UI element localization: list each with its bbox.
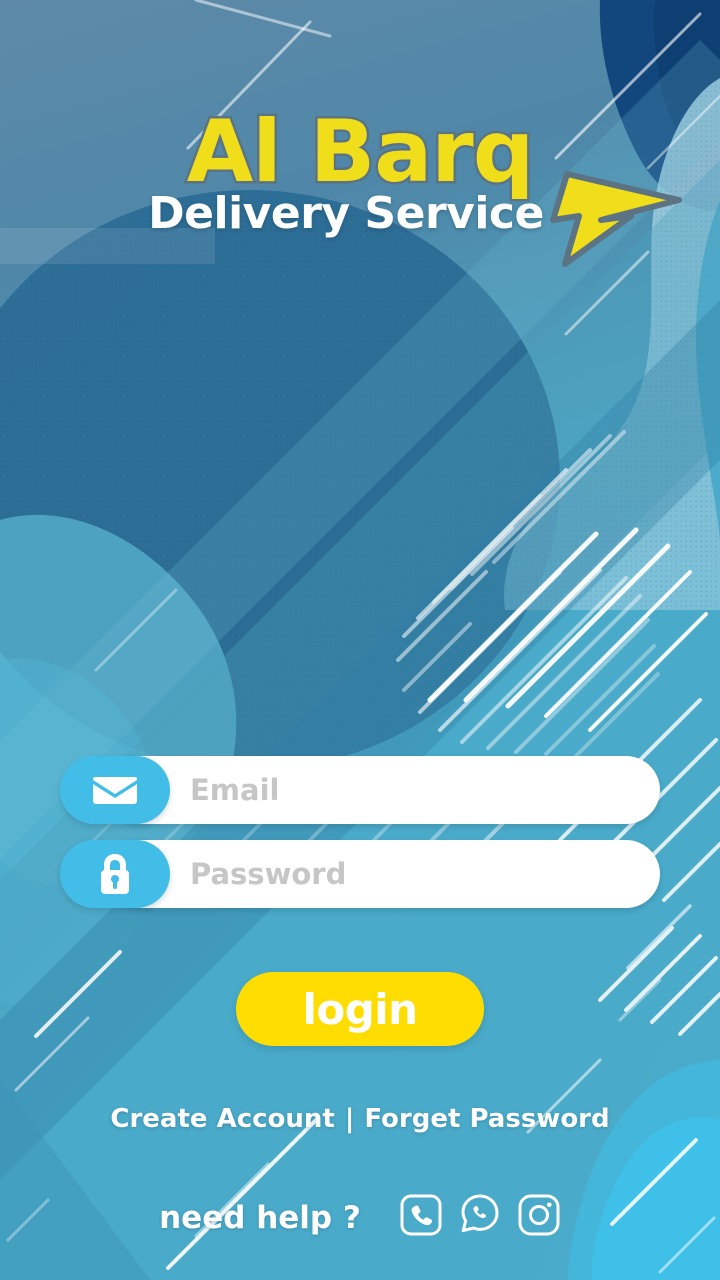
- whatsapp-icon[interactable]: [457, 1192, 503, 1243]
- brand-name: Al Barq: [184, 102, 537, 202]
- need-help-label: need help ?: [159, 1199, 361, 1236]
- lock-icon: [60, 840, 170, 908]
- password-input[interactable]: [190, 840, 636, 908]
- envelope-icon: [60, 756, 170, 824]
- password-field-row: [60, 840, 660, 908]
- login-form: [60, 756, 660, 924]
- need-help-row: need help ?: [0, 1192, 720, 1243]
- auth-links: Create Account | Forget Password: [0, 1104, 720, 1134]
- app-logo: Al Barq Delivery Service: [0, 102, 720, 267]
- social-links: [399, 1192, 561, 1243]
- links-separator: |: [344, 1104, 355, 1134]
- forget-password-link[interactable]: Forget Password: [364, 1104, 609, 1134]
- phone-icon[interactable]: [399, 1193, 443, 1242]
- lightning-bolt-icon: [539, 170, 689, 275]
- logo-wordmark-row: Al Barq: [184, 102, 682, 267]
- login-button[interactable]: login: [236, 972, 484, 1046]
- email-input[interactable]: [190, 756, 636, 824]
- instagram-icon[interactable]: [517, 1193, 561, 1242]
- email-field-row: [60, 756, 660, 824]
- create-account-link[interactable]: Create Account: [110, 1104, 334, 1134]
